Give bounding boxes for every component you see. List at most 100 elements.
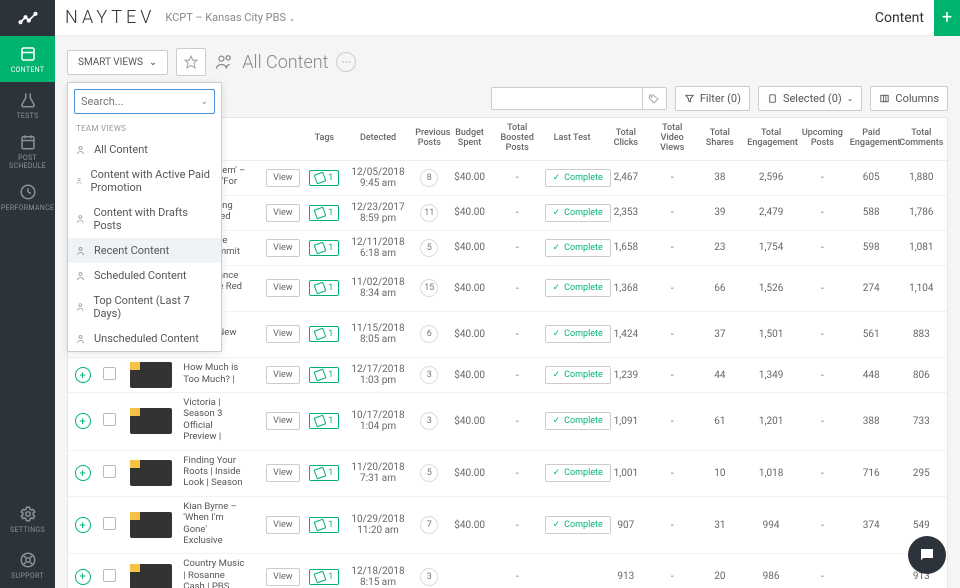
topbar: NAYTEV KCPT – Kansas City PBS ⌄ Content …: [55, 0, 960, 36]
chat-widget[interactable]: [908, 536, 946, 574]
content-title[interactable]: Finding Your Roots | Inside Look | Seaso…: [183, 455, 247, 489]
thumbnail[interactable]: [130, 512, 172, 538]
tag-count[interactable]: 1: [309, 367, 339, 383]
tag-count[interactable]: 1: [309, 465, 339, 481]
rail-label: SETTINGS: [10, 526, 45, 534]
columns-button[interactable]: Columns: [870, 86, 948, 111]
tag-count[interactable]: 1: [309, 517, 339, 533]
row-checkbox[interactable]: [103, 465, 116, 478]
chevron-down-icon[interactable]: ⌄: [194, 97, 214, 107]
th-up[interactable]: Upcoming Posts: [798, 118, 847, 160]
view-option[interactable]: Unscheduled Content: [68, 326, 221, 351]
table-row: + Victoria | Season 3 Official Preview | V…: [68, 393, 947, 451]
eng-cell: 1,526: [744, 265, 798, 311]
columns-icon: [879, 93, 890, 104]
row-checkbox[interactable]: [103, 413, 116, 426]
smart-views-dropdown[interactable]: SMART VIEWS ⌄: [67, 50, 168, 75]
th-paid[interactable]: Paid Engagement: [847, 118, 896, 160]
thumbnail[interactable]: [130, 408, 172, 434]
view-button[interactable]: View: [266, 239, 299, 257]
add-row-button[interactable]: +: [75, 367, 91, 383]
th-boosted[interactable]: Total Boosted Posts: [493, 118, 542, 160]
view-button[interactable]: View: [266, 279, 299, 297]
add-row-button[interactable]: +: [75, 413, 91, 429]
add-button[interactable]: +: [934, 0, 960, 36]
th-detected[interactable]: Detected: [344, 118, 412, 160]
view-button[interactable]: View: [266, 412, 299, 430]
tag-count[interactable]: 1: [309, 280, 339, 296]
thumbnail[interactable]: [130, 564, 172, 588]
add-row-button[interactable]: +: [75, 517, 91, 533]
tag-count[interactable]: 1: [309, 240, 339, 256]
detected-cell: 12/05/2018 9:45 am: [344, 160, 412, 195]
tag-icon: [648, 93, 660, 105]
th-tags[interactable]: Tags: [305, 118, 344, 160]
boosted-cell: -: [493, 195, 542, 230]
rail-schedule[interactable]: POST SCHEDULE: [0, 128, 55, 174]
smart-views-panel: ⌄ TEAM VIEWS All ContentContent with Act…: [67, 82, 222, 352]
rail-performance[interactable]: PERFORMANCE: [0, 174, 55, 220]
view-button[interactable]: View: [266, 516, 299, 534]
view-option[interactable]: Scheduled Content: [68, 263, 221, 288]
add-row-button[interactable]: +: [75, 465, 91, 481]
view-button[interactable]: View: [266, 169, 299, 187]
th-budget[interactable]: Budget Spent: [446, 118, 492, 160]
row-checkbox[interactable]: [103, 367, 116, 380]
com-cell: 883: [896, 311, 947, 357]
view-button[interactable]: View: [266, 366, 299, 384]
view-option[interactable]: All Content: [68, 137, 221, 162]
row-checkbox[interactable]: [103, 517, 116, 530]
views-search-input[interactable]: [75, 90, 194, 113]
rail-settings[interactable]: SETTINGS: [0, 496, 55, 542]
content-title[interactable]: Kian Byrne – 'When I'm Gone' Exclusive: [183, 501, 247, 547]
th-com[interactable]: Total Comments: [896, 118, 947, 160]
view-button[interactable]: View: [266, 464, 299, 482]
smart-views-label: SMART VIEWS: [78, 57, 143, 68]
topnav-content[interactable]: Content: [875, 10, 924, 26]
tag-count[interactable]: 1: [309, 569, 339, 585]
view-option[interactable]: Content with Active Paid Promotion: [68, 162, 221, 200]
filter-button[interactable]: Filter (0): [675, 86, 750, 111]
people-icon: [76, 245, 88, 257]
rail-support[interactable]: SUPPORT: [0, 542, 55, 588]
chevron-down-icon: ⌄: [149, 57, 157, 68]
org-switcher[interactable]: KCPT – Kansas City PBS ⌄: [165, 11, 295, 24]
more-menu[interactable]: ⋯: [336, 52, 356, 72]
budget-cell: $40.00: [446, 393, 492, 451]
content-title[interactable]: How Much is Too Much? |: [183, 362, 247, 385]
th-last[interactable]: Last Test: [542, 118, 603, 160]
th-prev[interactable]: Previous Posts: [412, 118, 446, 160]
view-option[interactable]: Content with Drafts Posts: [68, 200, 221, 238]
content-title[interactable]: Victoria | Season 3 Official Preview |: [183, 397, 247, 443]
detected-cell: 11/02/2018 8:34 am: [344, 265, 412, 311]
boosted-cell: -: [493, 311, 542, 357]
tag-count[interactable]: 1: [309, 413, 339, 429]
view-option[interactable]: Top Content (Last 7 Days): [68, 288, 221, 326]
thumbnail[interactable]: [130, 460, 172, 486]
view-button[interactable]: View: [266, 325, 299, 343]
document-icon: [767, 93, 778, 104]
tag-filter-button[interactable]: [642, 88, 666, 109]
tag-count[interactable]: 1: [309, 170, 339, 186]
content-title[interactable]: Country Music | Rosanne Cash | PBS: [183, 558, 247, 588]
view-button[interactable]: View: [266, 204, 299, 222]
favorite-button[interactable]: [176, 48, 206, 76]
th-eng[interactable]: Total Engagement: [744, 118, 798, 160]
view-option[interactable]: Recent Content: [68, 238, 221, 263]
selected-button[interactable]: Selected (0) ⌄: [758, 86, 862, 111]
th-video[interactable]: Total Video Views: [649, 118, 695, 160]
content-search-input[interactable]: [492, 88, 642, 109]
tag-count[interactable]: 1: [309, 205, 339, 221]
row-checkbox[interactable]: [103, 569, 116, 582]
th-clicks[interactable]: Total Clicks: [603, 118, 649, 160]
rail-tests[interactable]: TESTS: [0, 82, 55, 128]
shares-cell: 39: [695, 195, 744, 230]
view-button[interactable]: View: [266, 568, 299, 586]
rail-content[interactable]: CONTENT: [0, 36, 55, 82]
th-shares[interactable]: Total Shares: [695, 118, 744, 160]
chevron-down-icon: ⌄: [847, 94, 854, 103]
add-row-button[interactable]: +: [75, 569, 91, 585]
boosted-cell: -: [493, 230, 542, 265]
tag-count[interactable]: 1: [309, 326, 339, 342]
thumbnail[interactable]: [130, 362, 172, 388]
